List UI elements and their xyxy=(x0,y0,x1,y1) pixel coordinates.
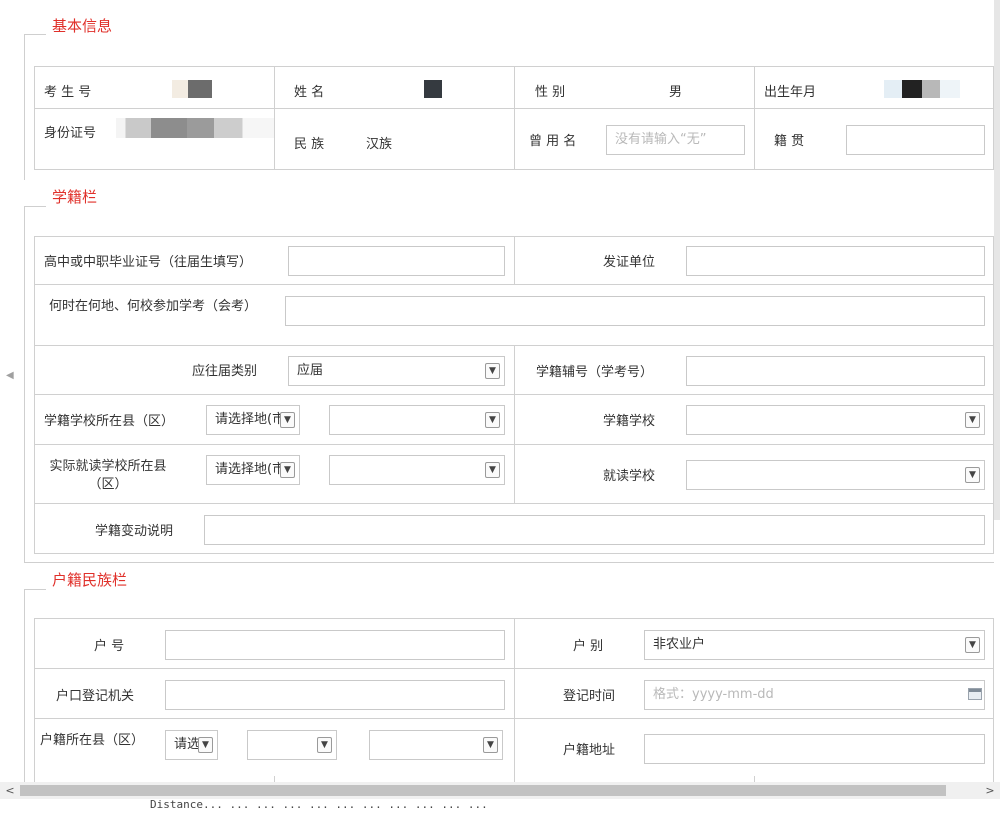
exam-no-value-redacted xyxy=(172,80,212,98)
former-name-input[interactable]: 没有请输入“无” xyxy=(606,125,745,155)
chevron-down-icon: ▼ xyxy=(485,363,500,379)
chevron-down-icon: ▼ xyxy=(280,462,295,478)
aux-no-input[interactable] xyxy=(686,356,985,386)
gender-value: 男 xyxy=(669,85,683,100)
grad-type-select[interactable]: 应届 ▼ xyxy=(288,356,505,386)
calendar-icon[interactable] xyxy=(968,688,982,700)
id-value-redacted xyxy=(116,118,274,138)
exam-no-label: 考 生 号 xyxy=(44,85,92,100)
collapse-left-icon[interactable]: ◀ xyxy=(6,370,14,381)
authority-label: 户口登记机关 xyxy=(56,689,135,704)
section-title-school: 学籍栏 xyxy=(48,187,102,207)
hukou-no-label: 户 号 xyxy=(94,639,125,654)
section-title-basic: 基本信息 xyxy=(48,16,117,36)
hukou-county-select[interactable]: ▼ xyxy=(369,730,503,760)
hukou-city-select[interactable]: ▼ xyxy=(247,730,337,760)
chevron-down-icon: ▼ xyxy=(485,412,500,428)
reg-time-input[interactable]: 格式：yyyy-mm-dd xyxy=(644,680,985,710)
school-label: 学籍学校 xyxy=(603,414,656,429)
actual-school-label: 就读学校 xyxy=(603,469,656,484)
school-county-label: 学籍学校所在县（区） xyxy=(44,414,175,429)
actual-school-select[interactable]: ▼ xyxy=(686,460,985,490)
horizontal-scrollbar[interactable]: < > xyxy=(0,782,1000,799)
scroll-left-icon[interactable]: < xyxy=(2,782,18,799)
issuer-label: 发证单位 xyxy=(603,255,656,270)
hukou-region-value: 请选 xyxy=(174,737,201,752)
chevron-down-icon: ▼ xyxy=(965,467,980,483)
change-note-input[interactable] xyxy=(204,515,985,545)
hukou-type-label: 户 别 xyxy=(573,639,604,654)
vertical-scrollbar[interactable] xyxy=(994,0,1000,520)
hukou-region-select[interactable]: 请选 ▼ xyxy=(165,730,218,760)
chevron-down-icon: ▼ xyxy=(485,462,500,478)
name-label: 姓 名 xyxy=(294,85,325,100)
change-note-label: 学籍变动说明 xyxy=(95,524,174,539)
hukou-address-label: 户籍地址 xyxy=(563,743,616,758)
cert-no-input[interactable] xyxy=(288,246,505,276)
scroll-right-icon[interactable]: > xyxy=(982,782,998,799)
school-region-select[interactable]: 请选择地(市 ▼ xyxy=(206,405,300,435)
hukou-address-input[interactable] xyxy=(644,734,985,764)
actual-region-value: 请选择地(市 xyxy=(215,462,286,477)
cert-no-label: 高中或中职毕业证号（往届生填写） xyxy=(44,255,253,270)
birth-label: 出生年月 xyxy=(764,85,817,100)
gender-label: 性 别 xyxy=(535,85,566,100)
actual-county-label: 实际就读学校所在县（区） xyxy=(49,459,167,492)
hukou-type-value: 非农业户 xyxy=(653,637,706,652)
ethnic-label: 民 族 xyxy=(294,137,325,152)
hukou-county-label: 户籍所在县（区） xyxy=(40,733,145,748)
actual-county-select[interactable]: ▼ xyxy=(329,455,505,485)
ethnic-value: 汉族 xyxy=(366,137,393,152)
chevron-down-icon: ▼ xyxy=(280,412,295,428)
chevron-down-icon: ▼ xyxy=(965,412,980,428)
birth-value-redacted xyxy=(884,80,960,98)
grad-type-label: 应往届类别 xyxy=(192,364,258,379)
id-label: 身份证号 xyxy=(44,126,97,141)
bottom-status-text: Distance... ... ... ... ... ... ... ... … xyxy=(150,798,488,811)
chevron-down-icon: ▼ xyxy=(198,737,213,753)
authority-input[interactable] xyxy=(165,680,505,710)
hukou-type-select[interactable]: 非农业户 ▼ xyxy=(644,630,985,660)
issuer-input[interactable] xyxy=(686,246,985,276)
section-title-household: 户籍民族栏 xyxy=(48,570,132,590)
native-place-label: 籍 贯 xyxy=(774,134,805,149)
actual-region-select[interactable]: 请选择地(市 ▼ xyxy=(206,455,300,485)
chevron-down-icon: ▼ xyxy=(483,737,498,753)
aux-no-label: 学籍辅号（学考号） xyxy=(536,365,654,380)
grad-type-value: 应届 xyxy=(297,363,324,378)
name-value-redacted xyxy=(424,80,442,98)
chevron-down-icon: ▼ xyxy=(317,737,332,753)
school-select[interactable]: ▼ xyxy=(686,405,985,435)
exam-when-label: 何时在何地、何校参加学考（会考） xyxy=(48,299,257,314)
exam-when-input[interactable] xyxy=(285,296,985,326)
chevron-down-icon: ▼ xyxy=(965,637,980,653)
school-region-value: 请选择地(市 xyxy=(215,412,286,427)
hukou-no-input[interactable] xyxy=(165,630,505,660)
former-name-label: 曾 用 名 xyxy=(529,134,577,149)
school-county-select[interactable]: ▼ xyxy=(329,405,505,435)
scrollbar-thumb[interactable] xyxy=(20,785,946,796)
native-place-input[interactable] xyxy=(846,125,985,155)
reg-time-label: 登记时间 xyxy=(563,689,616,704)
